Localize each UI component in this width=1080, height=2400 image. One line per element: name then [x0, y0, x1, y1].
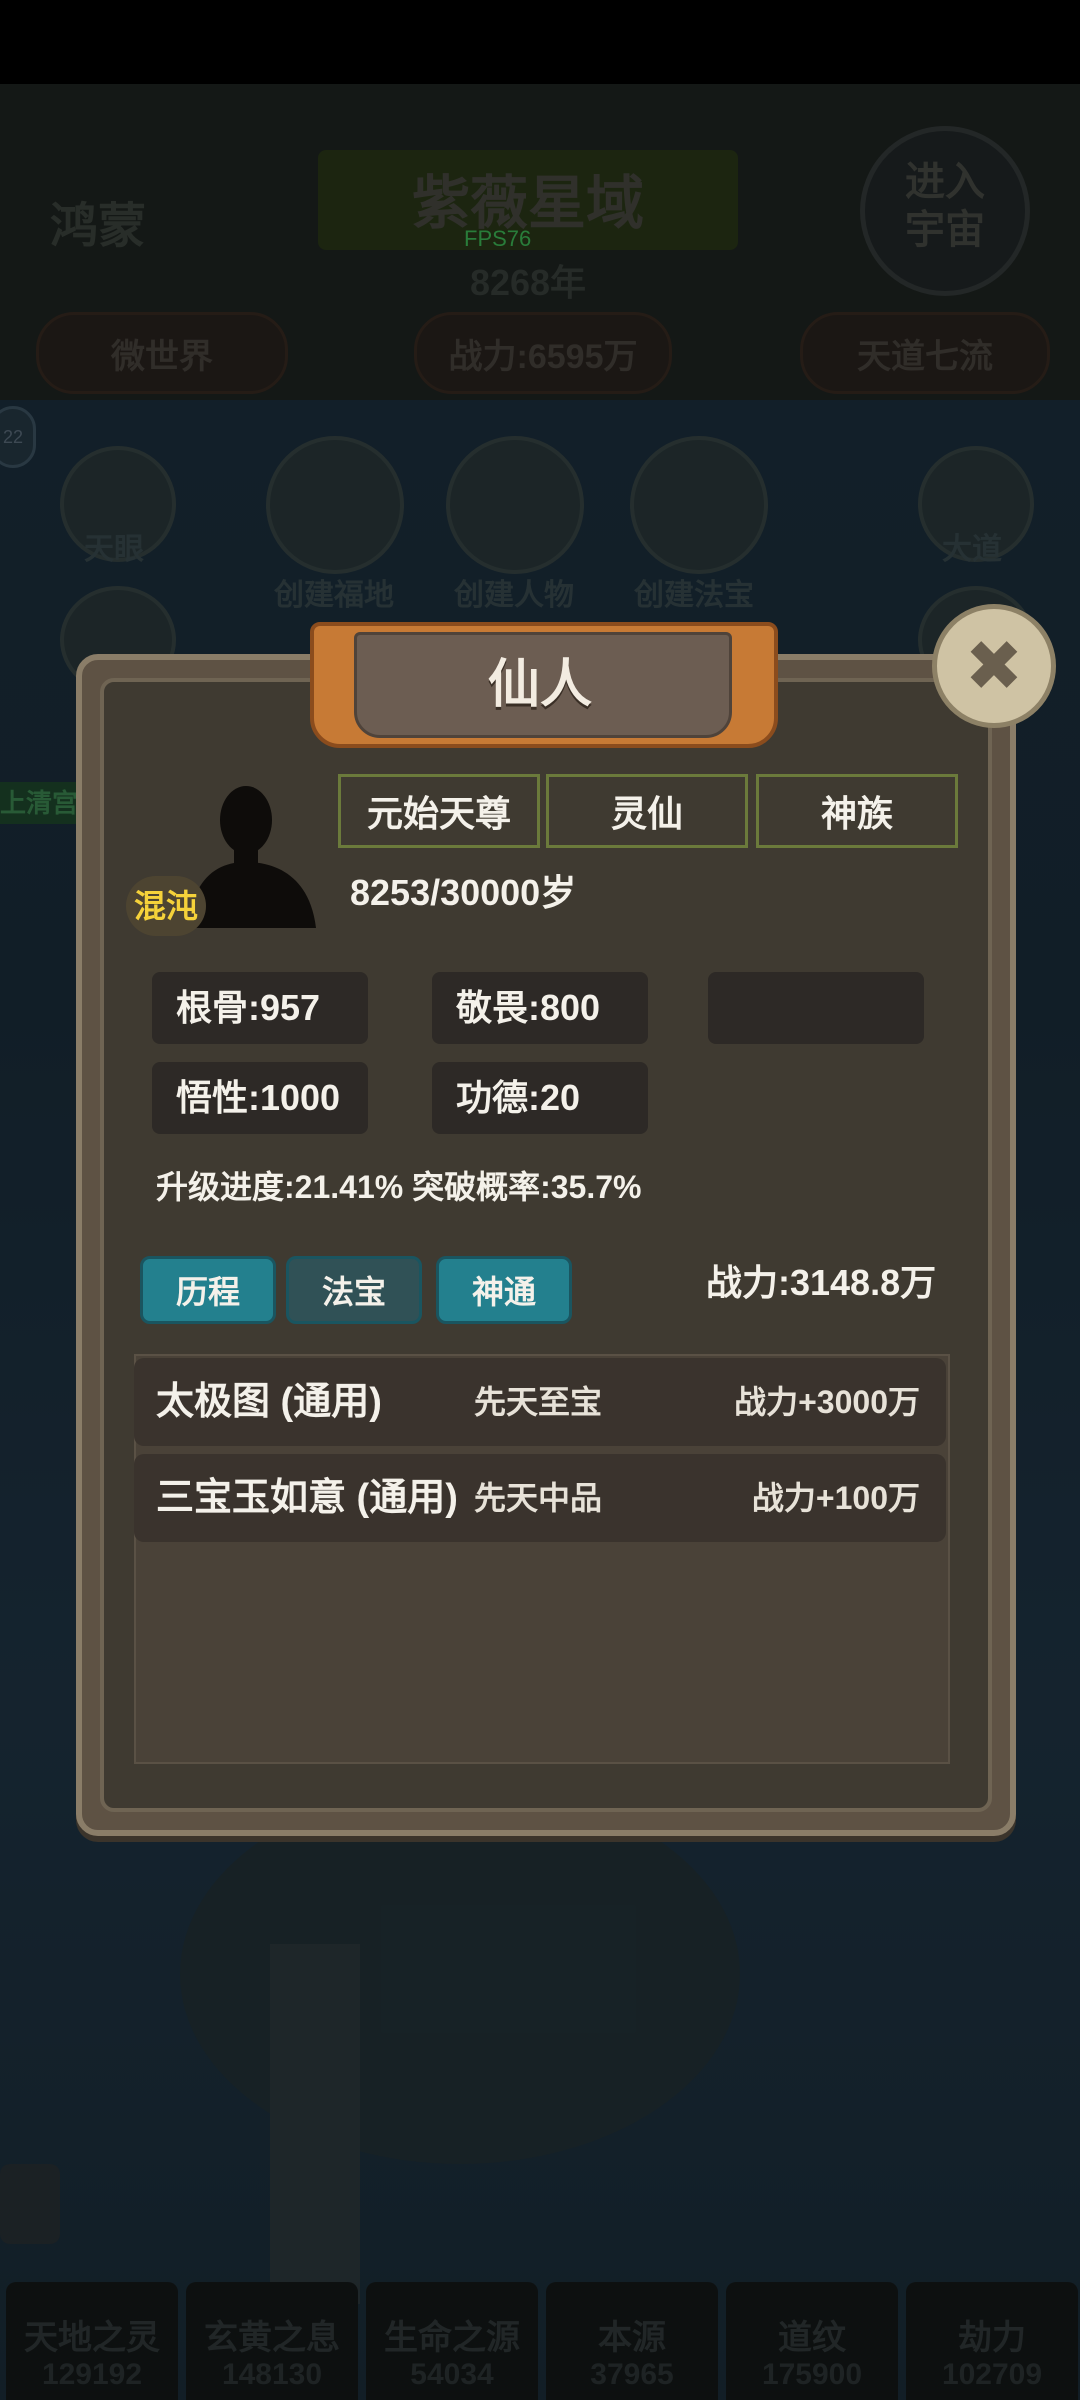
artifact-name: 三宝玉如意 (通用)	[156, 1477, 458, 1519]
list-item[interactable]: 太极图 (通用) 先天至宝 战力+3000万	[134, 1358, 946, 1446]
lifespan-text: 8253/30000岁	[350, 872, 577, 913]
close-icon: ✖	[964, 627, 1024, 705]
artifact-grade: 先天中品	[474, 1480, 603, 1516]
artifact-name: 太极图 (通用)	[156, 1381, 382, 1423]
artifact-power: 战力+100万	[751, 1480, 920, 1516]
artifact-grade: 先天至宝	[474, 1384, 603, 1420]
tab-artifacts[interactable]: 法宝	[286, 1256, 422, 1324]
list-item[interactable]: 三宝玉如意 (通用) 先天中品 战力+100万	[134, 1454, 946, 1542]
artifact-power: 战力+3000万	[734, 1384, 920, 1420]
tab-history[interactable]: 历程	[140, 1256, 276, 1324]
stat-merit: 功德:20	[432, 1062, 648, 1134]
stat-comprehension: 悟性:1000	[152, 1062, 368, 1134]
stat-bone: 根骨:957	[152, 972, 368, 1044]
rank-tag: 灵仙	[546, 774, 748, 848]
stat-reverence: 敬畏:800	[432, 972, 648, 1044]
realm-badge: 混沌	[126, 876, 206, 936]
stat-empty-slot	[708, 972, 924, 1044]
dialog-title: 仙人	[487, 656, 592, 714]
combat-power: 战力:3148.8万	[706, 1262, 937, 1303]
tab-abilities[interactable]: 神通	[436, 1256, 572, 1324]
title-tag: 元始天尊	[338, 774, 540, 848]
race-tag: 神族	[756, 774, 958, 848]
close-button[interactable]: ✖	[932, 604, 1056, 728]
progress-text: 升级进度:21.41% 突破概率:35.7%	[156, 1169, 642, 1205]
